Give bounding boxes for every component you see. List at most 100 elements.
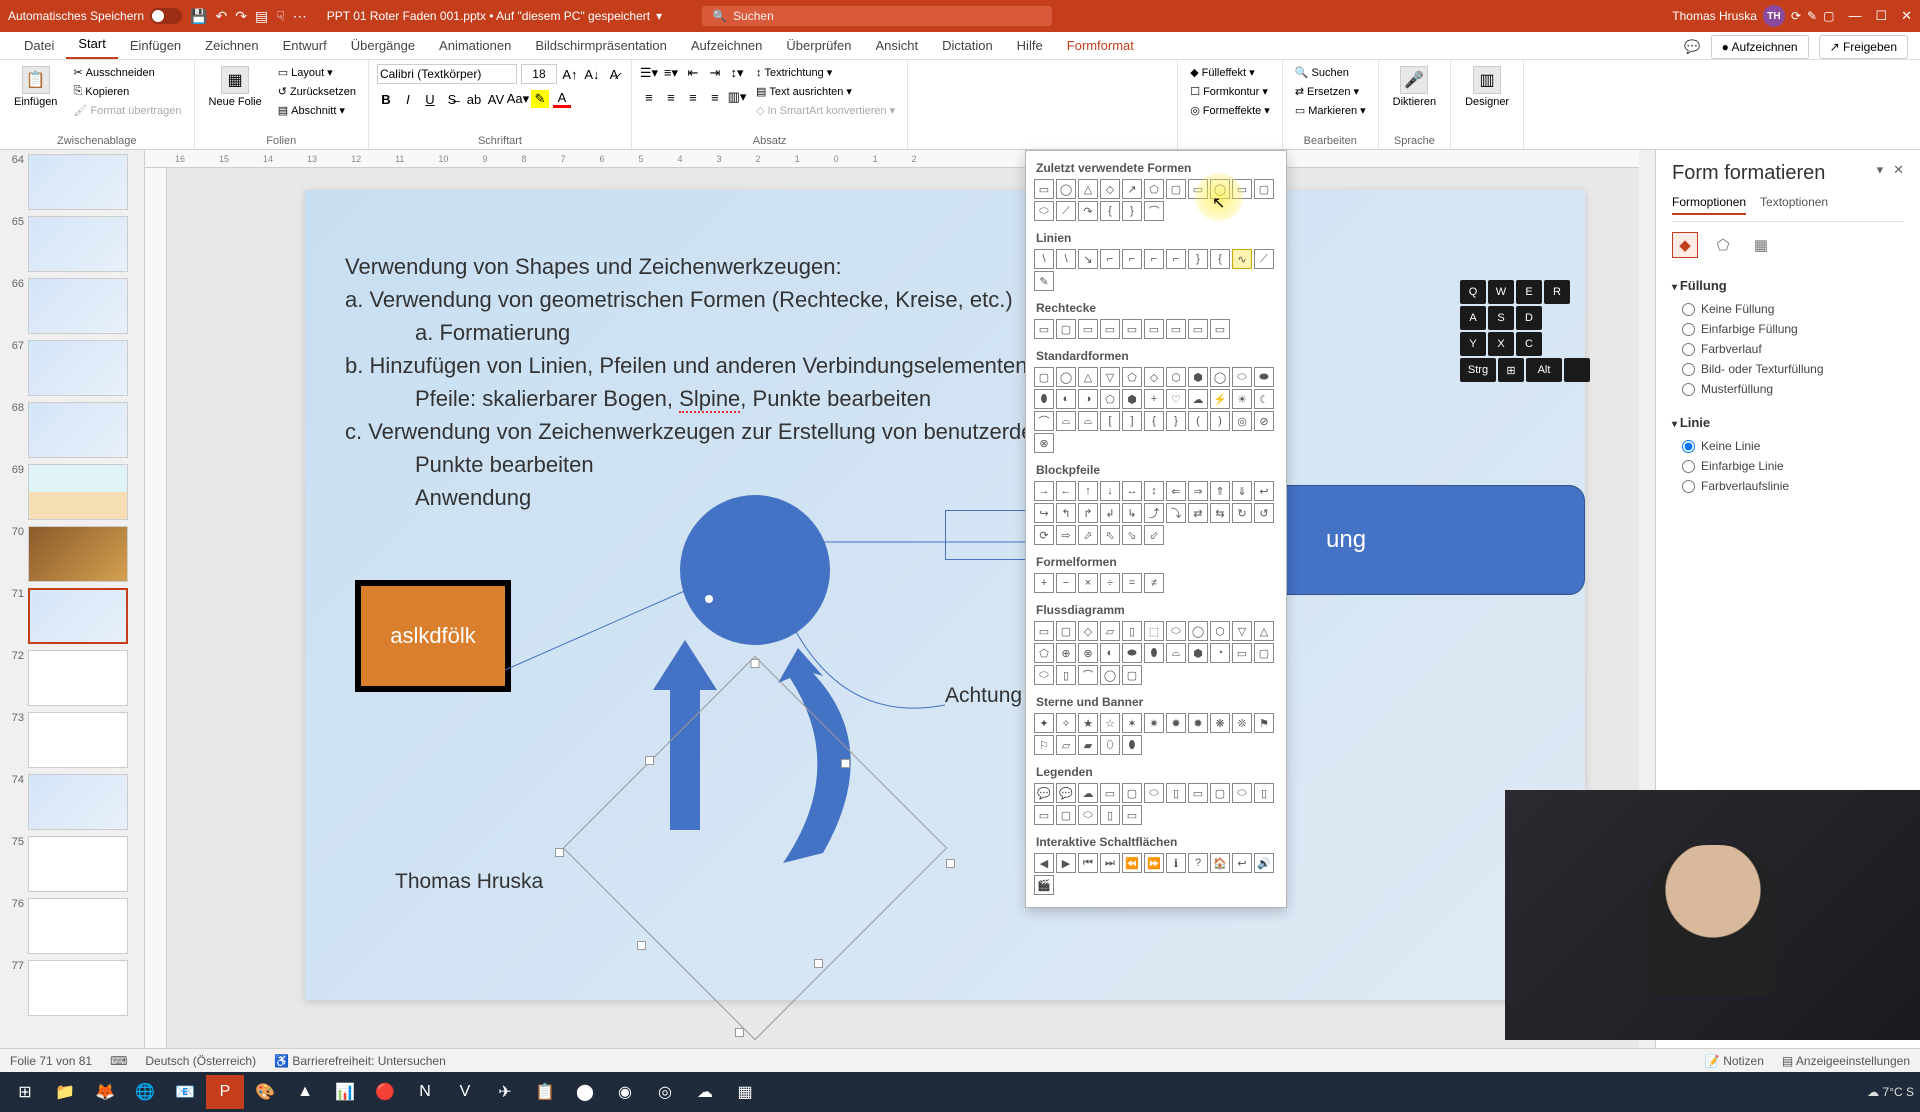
- taskbar-vscode[interactable]: V: [446, 1075, 484, 1109]
- present-icon[interactable]: ▤: [255, 8, 268, 25]
- indent-left-icon[interactable]: ⇤: [684, 64, 702, 82]
- taskbar-obs[interactable]: ⬤: [566, 1075, 604, 1109]
- redo-icon[interactable]: ↷: [235, 8, 247, 25]
- tab-dictation[interactable]: Dictation: [930, 32, 1005, 59]
- radio-gradient[interactable]: Farbverlauf: [1682, 339, 1904, 359]
- user-avatar[interactable]: TH: [1763, 5, 1785, 27]
- clear-format-icon[interactable]: A̷: [605, 65, 623, 83]
- font-name-select[interactable]: [377, 64, 517, 84]
- radio-solid-fill[interactable]: Einfarbige Füllung: [1682, 319, 1904, 339]
- share-button[interactable]: ↗ Freigeben: [1819, 35, 1908, 59]
- tab-formformat[interactable]: Formformat: [1055, 32, 1146, 59]
- spell-check-icon[interactable]: ⌨: [110, 1054, 127, 1068]
- user-name[interactable]: Thomas Hruska: [1672, 9, 1757, 23]
- smartart-button[interactable]: ◇ In SmartArt konvertieren ▾: [752, 102, 899, 119]
- thumb-70[interactable]: [28, 526, 128, 582]
- radio-gradient-line[interactable]: Farbverlaufslinie: [1682, 476, 1904, 496]
- pane-close-icon[interactable]: ✕: [1893, 162, 1904, 178]
- radio-solid-line[interactable]: Einfarbige Linie: [1682, 456, 1904, 476]
- taskbar-app5[interactable]: ◉: [606, 1075, 644, 1109]
- align-text-button[interactable]: ▤ Text ausrichten ▾: [752, 83, 899, 100]
- spacing-icon[interactable]: AV: [487, 90, 505, 108]
- line-spacing-icon[interactable]: ↕▾: [728, 64, 746, 82]
- slide-number-status[interactable]: Folie 71 von 81: [10, 1054, 92, 1068]
- bold-icon[interactable]: B: [377, 90, 395, 108]
- taskbar-app8[interactable]: ▦: [726, 1075, 764, 1109]
- accessibility-status[interactable]: ♿ Barrierefreiheit: Untersuchen: [274, 1054, 446, 1068]
- cut-button[interactable]: ✂ Ausschneiden: [69, 64, 185, 81]
- taskbar-app1[interactable]: 🎨: [246, 1075, 284, 1109]
- achtung-label[interactable]: Achtung: [945, 684, 1022, 708]
- pen-icon[interactable]: ✎: [1807, 9, 1817, 23]
- undo-icon[interactable]: ↶: [216, 8, 228, 25]
- close-icon[interactable]: ✕: [1901, 8, 1912, 24]
- qat-more-icon[interactable]: ⋯: [293, 8, 307, 25]
- taskbar-explorer[interactable]: 📁: [46, 1075, 84, 1109]
- tab-ueberpruefen[interactable]: Überprüfen: [774, 32, 863, 59]
- radio-pattern[interactable]: Musterfüllung: [1682, 379, 1904, 399]
- taskbar-app2[interactable]: 📊: [326, 1075, 364, 1109]
- align-right-icon[interactable]: ≡: [684, 88, 702, 106]
- thumb-74[interactable]: [28, 774, 128, 830]
- tab-hilfe[interactable]: Hilfe: [1005, 32, 1055, 59]
- thumb-77[interactable]: [28, 960, 128, 1016]
- reset-button[interactable]: ↺ Zurücksetzen: [274, 83, 360, 100]
- window-icon[interactable]: ▢: [1823, 9, 1834, 23]
- replace-button[interactable]: ⇄ Ersetzen ▾: [1291, 83, 1370, 100]
- thumb-76[interactable]: [28, 898, 128, 954]
- slide-canvas[interactable]: Verwendung von Shapes und Zeichenwerkzeu…: [305, 190, 1585, 1000]
- italic-icon[interactable]: I: [399, 90, 417, 108]
- taskbar-firefox[interactable]: 🦊: [86, 1075, 124, 1109]
- format-painter-button[interactable]: 🖌 Format übertragen: [69, 102, 185, 119]
- orange-rectangle-shape[interactable]: aslkdfölk: [355, 580, 511, 692]
- diamond-shape-selected[interactable]: [559, 663, 951, 1033]
- thumb-71[interactable]: [28, 588, 128, 644]
- pane-tab-text[interactable]: Textoptionen: [1760, 195, 1828, 215]
- search-input[interactable]: [733, 9, 1042, 23]
- section-line[interactable]: Linie: [1672, 409, 1904, 436]
- start-button[interactable]: ⊞: [6, 1075, 44, 1109]
- select-button[interactable]: ▭ Markieren ▾: [1291, 102, 1370, 119]
- size-tab-icon[interactable]: ▦: [1748, 232, 1774, 258]
- align-center-icon[interactable]: ≡: [662, 88, 680, 106]
- slide-thumbnails[interactable]: 64 65 66 67 68 69 70 71 72 73 74 75 76 7…: [0, 150, 145, 1048]
- taskbar-app7[interactable]: ☁: [686, 1075, 724, 1109]
- shape-outline-button[interactable]: ☐ Formkontur ▾: [1186, 83, 1274, 100]
- thumb-68[interactable]: [28, 402, 128, 458]
- radio-picture[interactable]: Bild- oder Texturfüllung: [1682, 359, 1904, 379]
- filename-chevron-icon[interactable]: ▾: [656, 9, 662, 23]
- taskbar-vlc[interactable]: ▲: [286, 1075, 324, 1109]
- thumb-72[interactable]: [28, 650, 128, 706]
- tab-aufzeichnen[interactable]: Aufzeichnen: [679, 32, 775, 59]
- sync-icon[interactable]: ⟳: [1791, 9, 1801, 23]
- underline-icon[interactable]: U: [421, 90, 439, 108]
- taskbar-telegram[interactable]: ✈: [486, 1075, 524, 1109]
- indent-right-icon[interactable]: ⇥: [706, 64, 724, 82]
- thumb-66[interactable]: [28, 278, 128, 334]
- shapes-gallery-dropdown[interactable]: Zuletzt verwendete Formen ▭◯△◇↗⬠▢▭◯▭▢⬭⟋↷…: [1025, 150, 1287, 908]
- fill-line-tab-icon[interactable]: ◆: [1672, 232, 1698, 258]
- section-fill[interactable]: Füllung: [1672, 272, 1904, 299]
- blue-rounded-rect-shape[interactable]: ung: [1235, 485, 1585, 595]
- maximize-icon[interactable]: ☐: [1875, 8, 1887, 24]
- taskbar-outlook[interactable]: 📧: [166, 1075, 204, 1109]
- tab-start[interactable]: Start: [66, 30, 117, 59]
- tab-ansicht[interactable]: Ansicht: [863, 32, 930, 59]
- comments-icon[interactable]: 💬: [1684, 39, 1700, 55]
- text-direction-button[interactable]: ↕ Textrichtung ▾: [752, 64, 899, 81]
- taskbar-powerpoint[interactable]: P: [206, 1075, 244, 1109]
- grow-font-icon[interactable]: A↑: [561, 65, 579, 83]
- designer-button[interactable]: ▥ Designer: [1459, 64, 1515, 110]
- tab-entwurf[interactable]: Entwurf: [271, 32, 339, 59]
- thumb-75[interactable]: [28, 836, 128, 892]
- copy-button[interactable]: ⎘ Kopieren: [69, 83, 185, 100]
- dictate-button[interactable]: 🎤 Diktieren: [1387, 64, 1442, 110]
- columns-icon[interactable]: ▥▾: [728, 88, 746, 106]
- taskbar-app6[interactable]: ◎: [646, 1075, 684, 1109]
- touch-icon[interactable]: ☟: [276, 8, 285, 25]
- thumb-73[interactable]: [28, 712, 128, 768]
- tab-datei[interactable]: Datei: [12, 32, 66, 59]
- fill-effect-button[interactable]: ◆ Fülleffekt ▾: [1186, 64, 1274, 81]
- tab-zeichnen[interactable]: Zeichnen: [193, 32, 270, 59]
- thumb-65[interactable]: [28, 216, 128, 272]
